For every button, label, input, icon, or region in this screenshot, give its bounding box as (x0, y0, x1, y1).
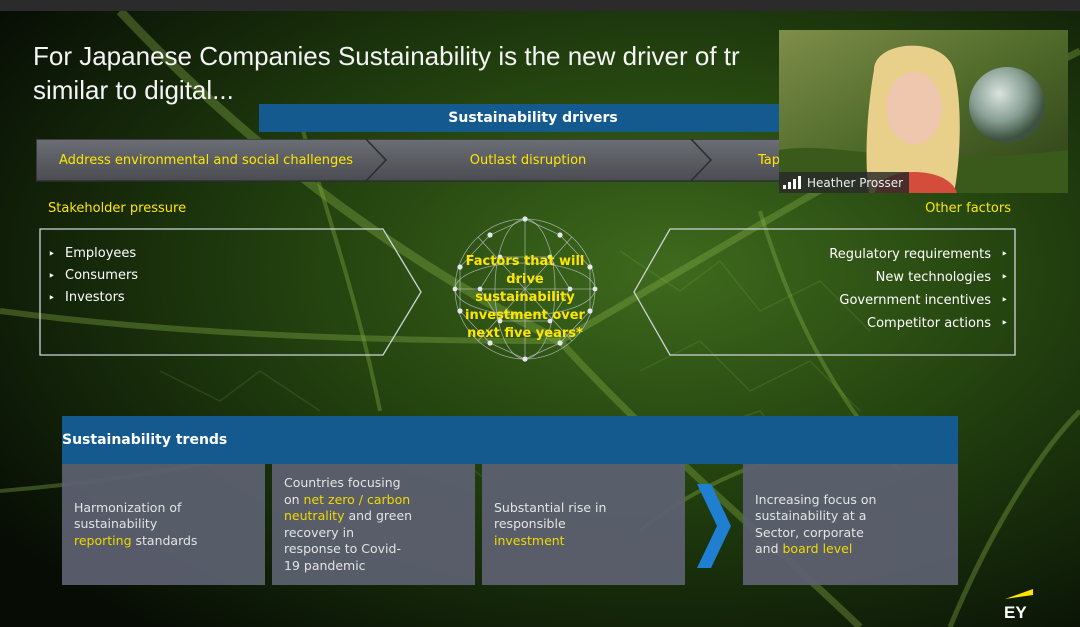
list-item: Competitor actions (829, 312, 1008, 335)
list-item: Employees (48, 243, 138, 265)
slide-title: For Japanese Companies Sustainability is… (33, 41, 740, 105)
factors-center-text: Factors that will drive sustainability i… (465, 254, 585, 341)
stakeholder-heading: Stakeholder pressure (48, 201, 187, 216)
chevron-2-label: Outlast disruption (469, 152, 587, 168)
trend-card-2: Countries focusing on net zero / carbon … (272, 464, 475, 585)
list-item: New technologies (829, 266, 1008, 289)
top-bar (0, 0, 1080, 11)
participant-name-tag: Heather Prosser (779, 172, 910, 193)
participant-video-tile[interactable]: Heather Prosser (779, 30, 1068, 193)
sustainability-drivers-banner: Sustainability drivers (259, 104, 807, 132)
chevron-1-label: Address environmental and social challen… (58, 152, 354, 168)
signal-bars-icon (783, 176, 801, 189)
stakeholder-list: Employees Consumers Investors (48, 243, 138, 309)
participant-name: Heather Prosser (807, 175, 904, 190)
trend-card-4: Increasing focus on sustainability at a … (743, 464, 958, 585)
list-item: Regulatory requirements (829, 243, 1008, 266)
svg-text:EY: EY (1004, 603, 1027, 621)
trend-card-1: Harmonization of sustainability reportin… (62, 464, 265, 585)
list-item: Consumers (48, 265, 138, 287)
chevron-right-icon (697, 484, 731, 568)
ey-logo-icon: EY (1004, 589, 1033, 621)
list-item: Investors (48, 287, 138, 309)
other-factors-heading: Other factors (925, 201, 1011, 216)
trend-card-3: Substantial rise in responsible investme… (482, 464, 685, 585)
sustainability-trends-header: Sustainability trends (62, 416, 958, 464)
list-item: Government incentives (829, 289, 1008, 312)
participant-video-feed (779, 30, 1068, 193)
other-factors-list: Regulatory requirements New technologies… (829, 243, 1008, 335)
